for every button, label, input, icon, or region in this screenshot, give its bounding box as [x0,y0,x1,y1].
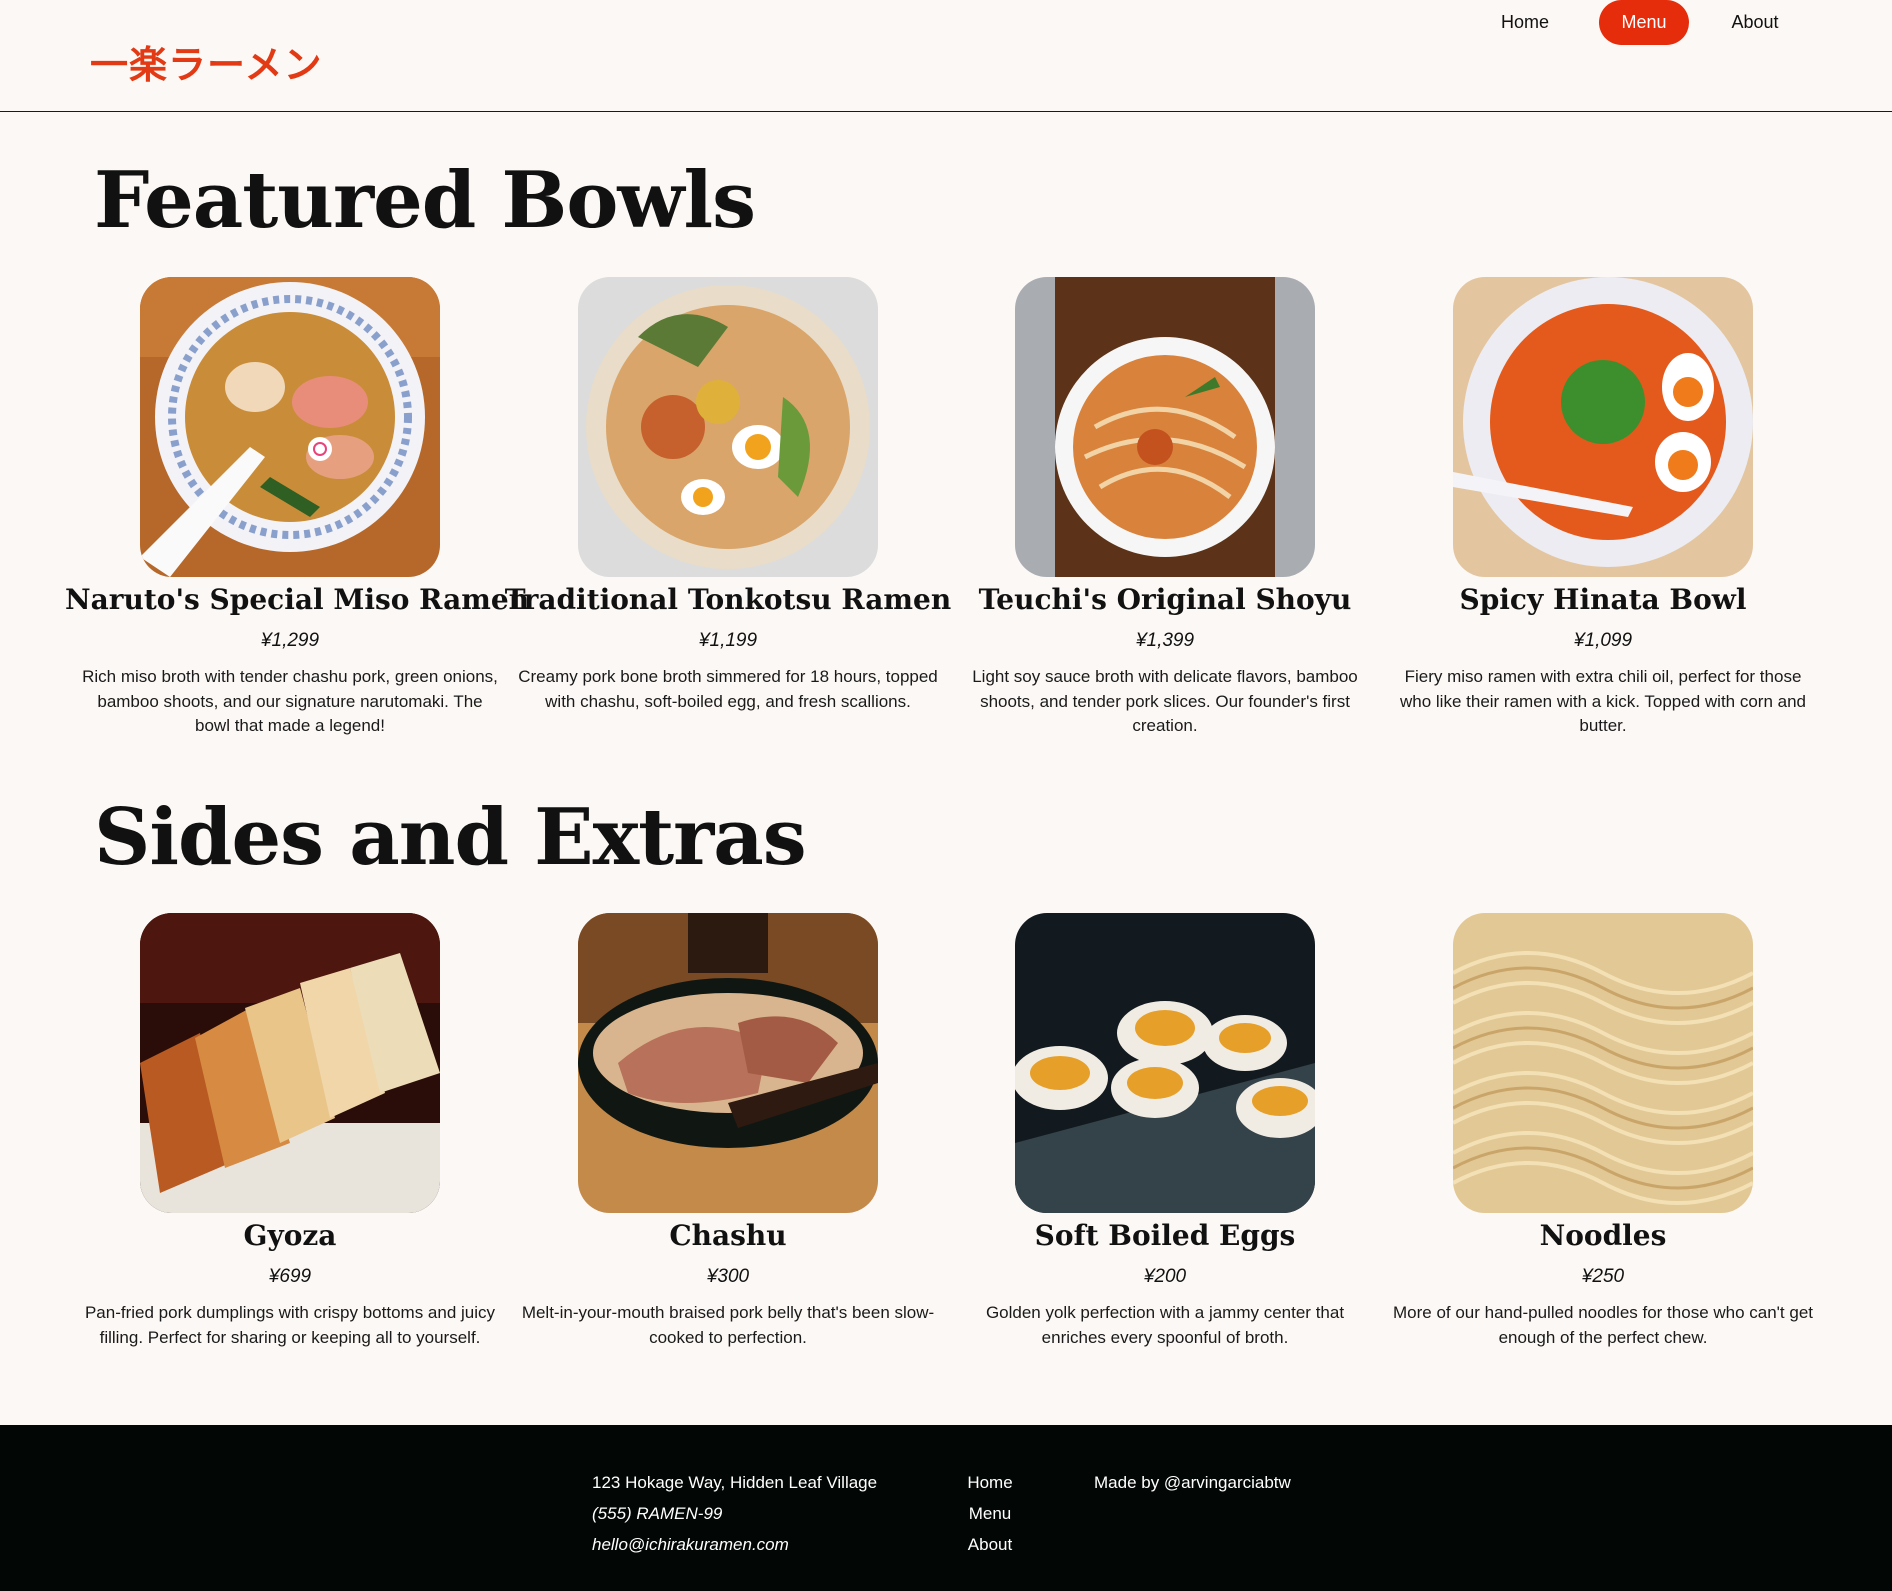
item-price: ¥200 [1143,1266,1187,1287]
footer-email[interactable]: hello@ichirakuramen.com [592,1529,877,1560]
item-price: ¥1,399 [1135,630,1195,651]
item-description: Pan-fried pork dumplings with crispy bot… [84,1303,496,1347]
item-description: Golden yolk perfection with a jammy cent… [985,1303,1345,1347]
item-price: ¥1,199 [698,630,758,651]
item-name: Chashu [669,1219,787,1252]
noodles-photo [1453,913,1753,1213]
site-footer: 123 Hokage Way, Hidden Leaf Village (555… [0,1425,1892,1591]
item-price: ¥699 [268,1266,312,1287]
miso-ramen-photo [140,277,440,577]
item-price: ¥1,099 [1573,630,1633,651]
item-name: Soft Boiled Eggs [1034,1219,1296,1252]
footer-menu-link[interactable]: Menu [960,1498,1020,1529]
shoyu-ramen-photo [1015,277,1315,577]
footer-credit[interactable]: Made by @arvingarciabtw [1094,1467,1291,1498]
tonkotsu-ramen-photo [578,277,878,577]
site-logo[interactable]: 一楽ラーメン [90,34,322,89]
site-header: 一楽ラーメン Home Menu About [0,0,1892,112]
item-name: Spicy Hinata Bowl [1459,583,1747,616]
item-name: Teuchi's Original Shoyu [978,583,1352,616]
item-description: Fiery miso ramen with extra chili oil, p… [1400,667,1806,735]
featured-bowls-heading: Featured Bowls [94,155,756,246]
gyoza-photo [140,913,440,1213]
footer-phone[interactable]: (555) RAMEN-99 [592,1498,877,1529]
footer-about-link[interactable]: About [960,1529,1020,1560]
nav-home-link[interactable]: Home [1470,0,1580,45]
item-description: Light soy sauce broth with delicate flav… [972,667,1358,735]
chashu-photo [578,913,878,1213]
item-name: Traditional Tonkotsu Ramen [504,583,952,616]
footer-home-link[interactable]: Home [960,1467,1020,1498]
item-price: ¥300 [706,1266,750,1287]
spicy-ramen-photo [1453,277,1753,577]
item-description: Melt-in-your-mouth braised pork belly th… [521,1303,935,1347]
footer-contact: 123 Hokage Way, Hidden Leaf Village (555… [592,1467,877,1560]
item-price: ¥1,299 [260,630,320,651]
footer-nav: Home Menu About [960,1467,1020,1560]
item-name: Noodles [1539,1219,1667,1252]
nav-about-link[interactable]: About [1700,0,1810,45]
item-description: Creamy pork bone broth simmered for 18 h… [518,667,938,711]
nav-menu-link[interactable]: Menu [1599,0,1689,45]
item-name: Gyoza [243,1219,337,1252]
item-price: ¥250 [1581,1266,1625,1287]
eggs-photo [1015,913,1315,1213]
item-description: More of our hand-pulled noodles for thos… [1393,1303,1814,1347]
footer-address: 123 Hokage Way, Hidden Leaf Village [592,1473,878,1492]
sides-extras-heading: Sides and Extras [94,792,807,883]
item-description: Rich miso broth with tender chashu pork,… [82,667,498,735]
item-name: Naruto's Special Miso Ramen [65,583,530,616]
